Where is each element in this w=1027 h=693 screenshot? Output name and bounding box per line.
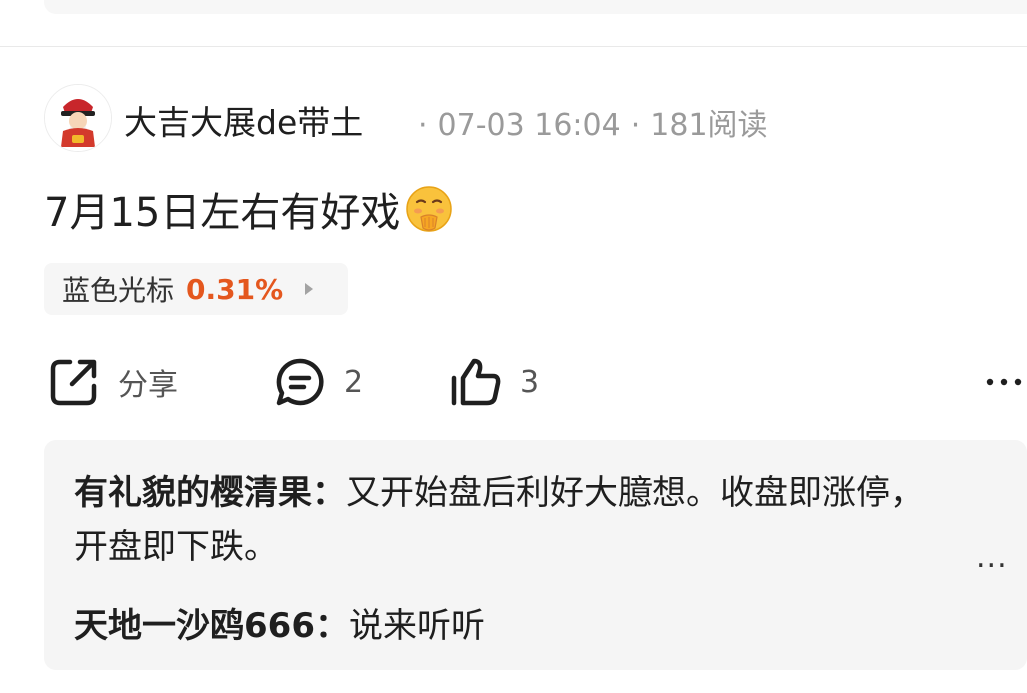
comment-icon	[276, 358, 324, 406]
thumbs-up-icon	[451, 358, 501, 406]
post-text: 7月15日左右有好戏	[44, 190, 401, 236]
comment-item[interactable]: 天地一沙鸥666：说来听听	[74, 598, 485, 647]
avatar[interactable]	[44, 84, 112, 152]
previous-post-card	[44, 0, 1027, 14]
post-meta: · 07-03 16:04 · 181阅读	[418, 100, 768, 144]
comments-preview[interactable]: 有礼貌的樱清果：又开始盘后利好大臆想。收盘即涨停，开盘即下跌。 ... 天地一沙…	[44, 440, 1027, 670]
comment-more-ellipsis[interactable]: ...	[976, 540, 1008, 575]
read-count: 181阅读	[650, 108, 768, 143]
stock-tag[interactable]: 蓝色光标 0.31%	[44, 263, 348, 315]
comment-text: 说来听听	[348, 606, 485, 646]
comment-count: 2	[344, 364, 364, 400]
post-content: 7月15日左右有好戏	[44, 180, 454, 238]
like-button[interactable]: 3	[450, 354, 539, 410]
meta-separator: ·	[630, 108, 641, 143]
more-options-button[interactable]	[982, 368, 1026, 396]
more-icon	[986, 378, 1022, 386]
share-icon	[50, 359, 97, 406]
post-time: 07-03 16:04	[437, 108, 621, 143]
author-name[interactable]: 大吉大展de带土	[124, 96, 363, 144]
chevron-right-icon	[305, 283, 314, 295]
like-count: 3	[520, 364, 540, 400]
shushing-face-emoji-icon	[406, 186, 453, 232]
comment-username[interactable]: 天地一沙鸥666：	[74, 606, 349, 646]
meta-separator: ·	[418, 108, 428, 143]
comment-item[interactable]: 有礼貌的樱清果：又开始盘后利好大臆想。收盘即涨停，开盘即下跌。	[74, 466, 954, 574]
stock-name: 蓝色光标	[62, 274, 175, 307]
stock-change: 0.31%	[186, 272, 284, 306]
share-button[interactable]: 分享	[48, 354, 178, 410]
comment-username[interactable]: 有礼貌的樱清果：	[74, 473, 346, 513]
comment-button[interactable]: 2	[274, 354, 363, 410]
divider	[0, 46, 1027, 47]
share-label: 分享	[118, 368, 178, 403]
